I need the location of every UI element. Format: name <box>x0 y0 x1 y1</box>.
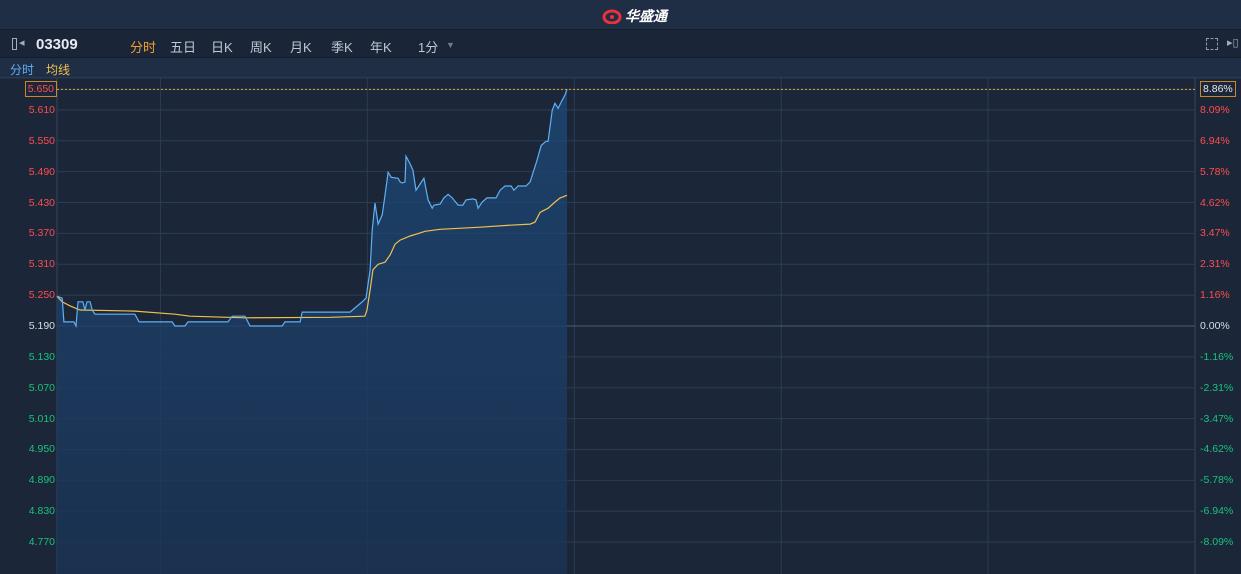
percent-axis-label: -5.78% <box>1200 474 1234 487</box>
price-axis-label: 5.490 <box>28 165 55 178</box>
percent-axis-label: 4.62% <box>1200 196 1230 209</box>
percent-axis-label: 6.94% <box>1200 134 1230 147</box>
price-axis-label: 5.310 <box>28 258 55 271</box>
percent-axis-label: 5.78% <box>1200 165 1230 178</box>
percent-axis-label: 0.00% <box>1200 320 1230 332</box>
intraday-chart[interactable] <box>0 0 1241 574</box>
price-axis-label: 5.190 <box>28 320 55 332</box>
percent-axis-label: -1.16% <box>1200 350 1234 363</box>
price-axis-label: 5.370 <box>28 227 55 240</box>
percent-axis-label: 1.16% <box>1200 289 1230 302</box>
price-axis-label: 5.650 <box>24 81 57 98</box>
percent-axis-label: 2.31% <box>1200 258 1230 271</box>
price-axis-label: 5.430 <box>28 196 55 209</box>
price-axis-label: 5.610 <box>28 103 55 116</box>
price-area-fill <box>57 89 568 574</box>
percent-axis-label: -3.47% <box>1200 412 1234 425</box>
percent-axis-label: 8.86% <box>1200 81 1236 98</box>
price-axis-label: 4.950 <box>28 443 55 456</box>
price-axis-label: 5.550 <box>28 134 55 147</box>
percent-axis-label: -8.09% <box>1200 536 1234 549</box>
price-axis-label: 5.130 <box>28 350 55 363</box>
percent-axis-label: -2.31% <box>1200 381 1234 394</box>
percent-axis-label: 3.47% <box>1200 227 1230 240</box>
price-axis-label: 5.010 <box>28 412 55 425</box>
price-axis-label: 5.250 <box>28 289 55 302</box>
price-axis-label: 5.070 <box>28 381 55 394</box>
price-axis-label: 4.890 <box>28 474 55 487</box>
percent-axis-label: -6.94% <box>1200 505 1234 518</box>
percent-axis-label: -4.62% <box>1200 443 1234 456</box>
percent-axis-label: 8.09% <box>1200 103 1230 116</box>
price-axis-label: 4.770 <box>28 536 55 549</box>
price-axis-label: 4.830 <box>28 505 55 518</box>
